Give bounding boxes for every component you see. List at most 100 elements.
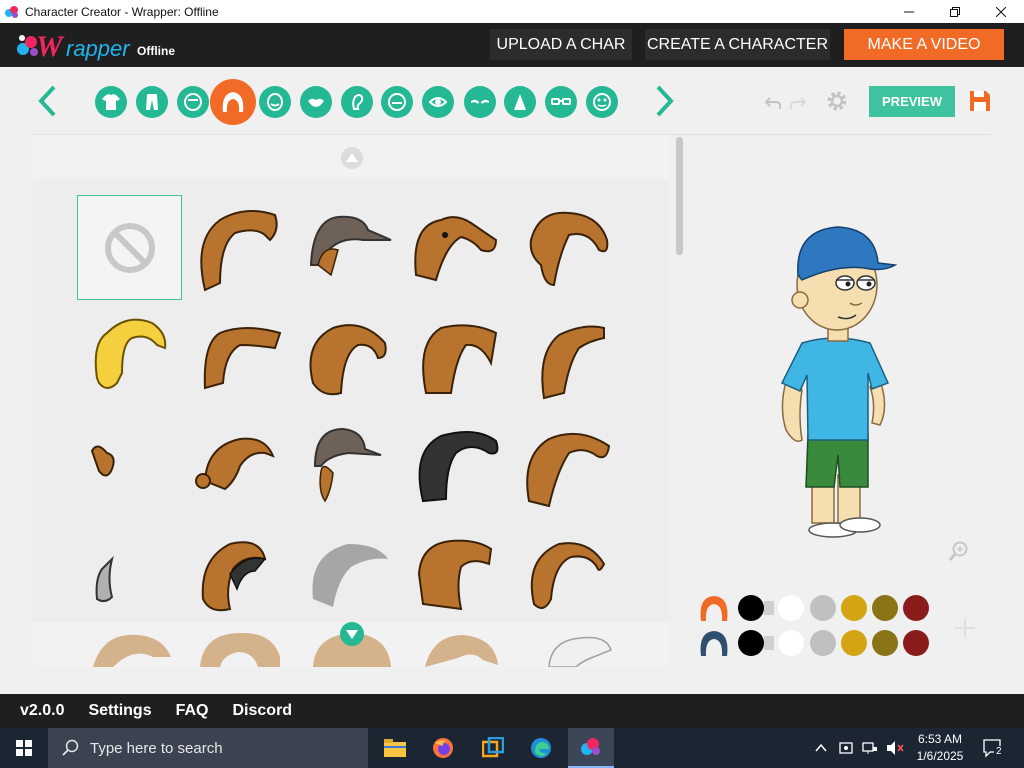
hair-item[interactable] [401,195,506,300]
close-button[interactable] [978,0,1024,23]
hair-part-back-icon [700,631,728,656]
hair-item[interactable] [509,411,614,516]
hair-item[interactable] [185,519,290,624]
clock-date: 1/6/2025 [916,749,964,763]
make-video-button[interactable]: MAKE A VIDEO [844,29,1004,60]
category-ear-icon[interactable] [341,86,373,118]
hair-item[interactable] [185,195,290,300]
color-swatch-maroon[interactable] [903,595,929,621]
start-button[interactable] [0,728,48,768]
panel-scrollbar[interactable] [676,137,683,255]
category-accessories-icon[interactable] [586,86,618,118]
color-swatch-silver[interactable] [810,595,836,621]
settings-gear-icon[interactable] [825,89,849,113]
category-glasses-icon[interactable] [545,86,577,118]
hair-color-row-1 [698,593,938,623]
hair-part-front-icon [700,596,728,621]
hair-item[interactable] [401,411,506,516]
taskbar-search[interactable]: Type here to search [48,728,368,768]
next-category-arrow-icon[interactable] [652,84,676,118]
taskbar-wrapper[interactable] [568,728,614,768]
category-upper-body-icon[interactable] [95,86,127,118]
volume-muted-icon[interactable] [886,740,904,756]
minimize-button[interactable] [886,0,932,23]
color-swatch-white[interactable] [778,595,804,621]
move-icon[interactable] [953,616,977,640]
title-bar: Character Creator - Wrapper: Offline [0,0,1024,23]
clock[interactable]: 6:53 AM 1/6/2025 [912,731,968,765]
color-swatch-maroon[interactable] [903,630,929,656]
category-eyebrows-icon[interactable] [464,86,496,118]
category-hair-icon[interactable] [210,79,256,125]
color-swatch-silver[interactable] [810,630,836,656]
category-head-icon[interactable] [381,86,413,118]
scroll-up-icon[interactable] [340,146,364,170]
hair-item-none[interactable] [77,195,182,300]
hair-item[interactable] [185,411,290,516]
hair-item[interactable] [401,303,506,408]
version-label: v2.0.0 [20,702,65,719]
color-swatch-gold[interactable] [841,595,867,621]
hair-item[interactable] [509,519,614,624]
color-swatch-olive[interactable] [872,595,898,621]
app-icon [5,5,18,18]
hair-item[interactable] [77,411,182,516]
category-nose-icon[interactable] [504,86,536,118]
hair-item[interactable] [77,519,182,624]
color-dropdown[interactable] [764,636,774,650]
color-swatch-black[interactable] [738,595,764,621]
save-icon[interactable] [968,89,992,113]
category-eyes-icon[interactable] [422,86,454,118]
chevron-up-icon[interactable] [814,741,828,755]
hair-item[interactable] [293,303,398,408]
edge-icon [531,738,551,758]
notification-center[interactable]: 2 [982,738,1006,760]
taskbar-app-blue[interactable] [470,728,516,768]
scroll-up-strip [33,135,669,179]
scroll-down-icon[interactable] [338,620,366,648]
hair-item[interactable] [509,195,614,300]
preview-button[interactable]: PREVIEW [869,86,955,117]
security-icon[interactable] [838,740,854,756]
wrapper-logo[interactable]: W rapper Offline [14,29,184,63]
settings-link[interactable]: Settings [88,702,151,720]
hair-item[interactable] [293,195,398,300]
hair-item[interactable] [293,519,398,624]
create-character-button[interactable]: CREATE A CHARACTER [645,29,830,60]
discord-link[interactable]: Discord [233,702,293,720]
color-swatch-white[interactable] [778,630,804,656]
color-swatch-black[interactable] [738,630,764,656]
category-lower-body-icon[interactable] [136,86,168,118]
hair-item[interactable] [77,303,182,408]
taskbar-file-explorer[interactable] [372,728,418,768]
hair-item[interactable] [185,303,290,408]
hair-item[interactable] [293,411,398,516]
color-dropdown[interactable] [764,601,774,615]
taskbar-edge[interactable] [518,728,564,768]
hair-item[interactable] [198,627,283,667]
faq-link[interactable]: FAQ [176,702,209,720]
hair-item[interactable] [93,627,173,667]
network-icon[interactable] [862,740,878,756]
prev-category-arrow-icon[interactable] [36,84,60,118]
color-swatch-gold[interactable] [841,630,867,656]
app-window: Character Creator - Wrapper: Offline W r… [0,0,1024,768]
restore-button[interactable] [932,0,978,23]
hair-item[interactable] [509,303,614,408]
hair-item[interactable] [423,630,503,667]
hair-item[interactable] [401,519,506,624]
taskbar-firefox[interactable] [420,728,466,768]
category-mouth-shape-icon[interactable] [259,86,291,118]
color-swatch-olive[interactable] [872,630,898,656]
search-placeholder: Type here to search [90,739,223,757]
upload-char-button[interactable]: UPLOAD A CHAR [490,29,632,60]
system-tray [814,728,904,768]
undo-icon[interactable] [765,94,781,110]
hair-asset-panel [33,135,669,667]
hair-color-row-2 [698,628,938,658]
zoom-in-icon[interactable] [948,540,970,562]
category-face-icon[interactable] [177,86,209,118]
hair-item[interactable] [541,630,621,667]
redo-icon[interactable] [790,94,806,110]
category-lips-icon[interactable] [300,86,332,118]
